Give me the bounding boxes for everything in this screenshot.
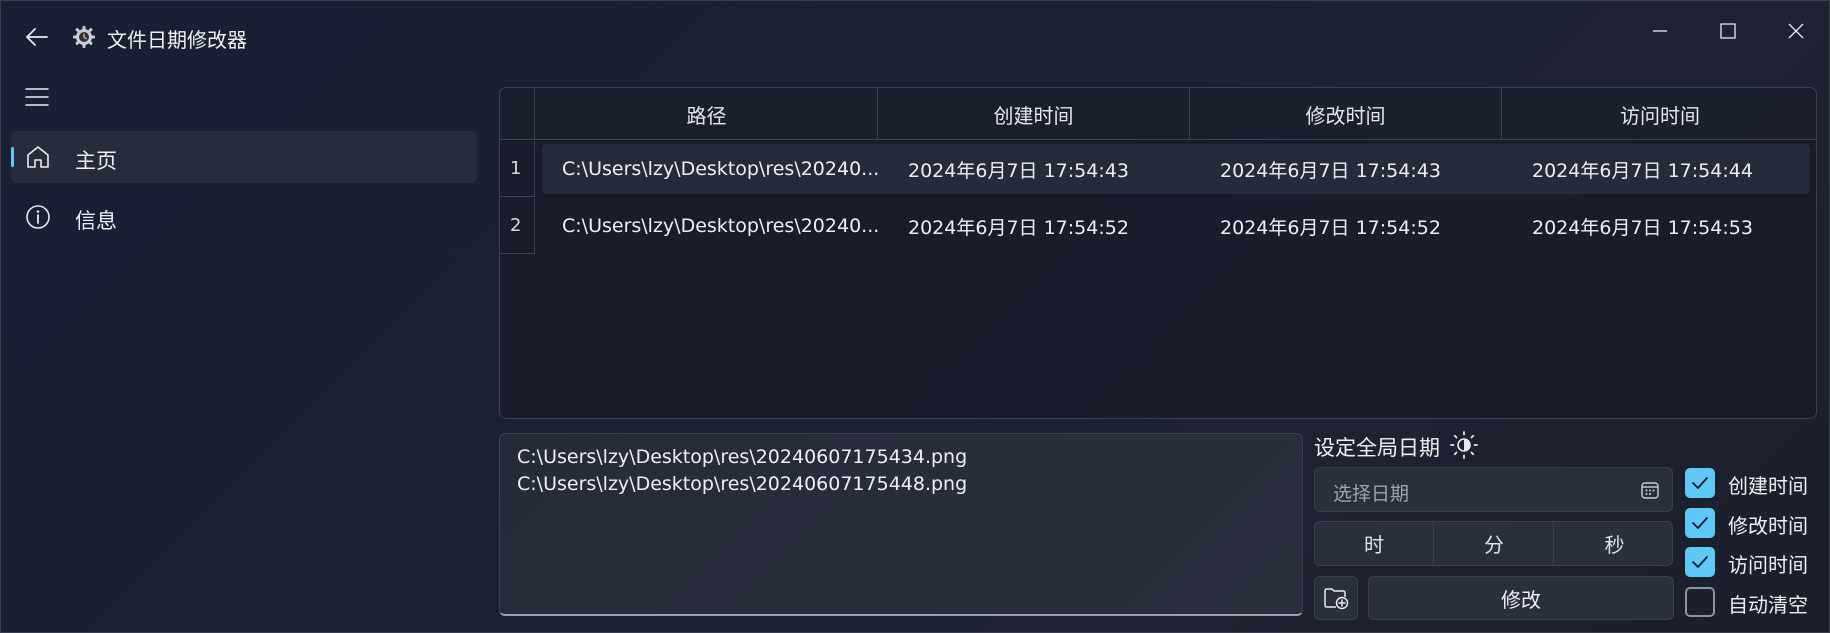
row-number[interactable]: 1 bbox=[500, 141, 535, 197]
table-corner[interactable] bbox=[500, 88, 535, 140]
arrow-left-icon bbox=[26, 28, 48, 46]
close-button[interactable] bbox=[1771, 11, 1821, 51]
checkbox-created-time[interactable]: 创建时间 bbox=[1685, 467, 1825, 499]
cell-modified[interactable]: 2024年6月7日 17:54:43 bbox=[1220, 144, 1441, 194]
theme-toggle-button[interactable] bbox=[1449, 430, 1479, 460]
modify-button[interactable]: 修改 bbox=[1368, 576, 1674, 620]
path-line: C:\Users\lzy\Desktop\res\20240607175448.… bbox=[517, 473, 968, 495]
cell-path[interactable]: C:\Users\lzy\Desktop\res\20240... bbox=[562, 201, 879, 251]
maximize-button[interactable] bbox=[1703, 11, 1753, 51]
app-title: 文件日期修改器 bbox=[107, 28, 247, 52]
file-paths-textarea[interactable]: C:\Users\lzy\Desktop\res\20240607175434.… bbox=[499, 433, 1303, 616]
menu-toggle-button[interactable] bbox=[21, 81, 53, 113]
info-icon bbox=[26, 205, 50, 229]
checkbox-accessed-time[interactable]: 访问时间 bbox=[1685, 546, 1825, 578]
cell-created[interactable]: 2024年6月7日 17:54:52 bbox=[908, 201, 1129, 251]
global-date-title: 设定全局日期 bbox=[1314, 436, 1440, 460]
cell-accessed[interactable]: 2024年6月7日 17:54:53 bbox=[1532, 201, 1753, 251]
back-button[interactable] bbox=[21, 21, 53, 53]
cell-modified[interactable]: 2024年6月7日 17:54:52 bbox=[1220, 201, 1441, 251]
minute-selector[interactable]: 分 bbox=[1435, 522, 1554, 565]
sidebar-item-info[interactable]: 信息 bbox=[11, 191, 477, 243]
checkbox-label: 访问时间 bbox=[1728, 553, 1808, 577]
checkbox-label: 修改时间 bbox=[1728, 514, 1808, 538]
table-row[interactable]: C:\Users\lzy\Desktop\res\20240... 2024年6… bbox=[542, 201, 1810, 251]
sidebar-item-label: 主页 bbox=[75, 149, 117, 173]
checkbox-indicator[interactable] bbox=[1685, 587, 1715, 617]
brightness-icon bbox=[1450, 431, 1478, 459]
cell-path[interactable]: C:\Users\lzy\Desktop\res\20240... bbox=[562, 144, 879, 194]
column-header-accessed[interactable]: 访问时间 bbox=[1502, 88, 1816, 140]
close-icon bbox=[1788, 23, 1804, 39]
minimize-icon bbox=[1653, 30, 1667, 32]
checkbox-auto-clear[interactable]: 自动清空 bbox=[1685, 586, 1825, 618]
sidebar-item-home[interactable]: 主页 bbox=[11, 131, 477, 183]
folder-add-icon bbox=[1324, 588, 1349, 610]
app-window: 文件日期修改器 主页 信息 路径 创建时间 修改时间 访问时间 1 C:\Use… bbox=[0, 0, 1830, 633]
checkbox-indicator[interactable] bbox=[1685, 468, 1715, 498]
date-picker[interactable]: 选择日期 bbox=[1314, 467, 1673, 512]
cell-created[interactable]: 2024年6月7日 17:54:43 bbox=[908, 144, 1129, 194]
maximize-icon bbox=[1720, 23, 1736, 39]
checkbox-indicator[interactable] bbox=[1685, 508, 1715, 538]
table-header: 路径 创建时间 修改时间 访问时间 bbox=[500, 88, 1816, 140]
column-header-created[interactable]: 创建时间 bbox=[878, 88, 1190, 140]
second-selector[interactable]: 秒 bbox=[1555, 522, 1674, 565]
path-line: C:\Users\lzy\Desktop\res\20240607175434.… bbox=[517, 446, 968, 468]
file-table: 路径 创建时间 修改时间 访问时间 1 C:\Users\lzy\Desktop… bbox=[499, 87, 1817, 419]
cell-accessed[interactable]: 2024年6月7日 17:54:44 bbox=[1532, 144, 1753, 194]
home-icon bbox=[27, 146, 49, 168]
column-header-modified[interactable]: 修改时间 bbox=[1190, 88, 1502, 140]
check-icon bbox=[1692, 517, 1708, 529]
checkbox-label: 创建时间 bbox=[1728, 474, 1808, 498]
checkbox-modified-time[interactable]: 修改时间 bbox=[1685, 507, 1825, 539]
table-row[interactable]: C:\Users\lzy\Desktop\res\20240... 2024年6… bbox=[542, 144, 1810, 194]
minimize-button[interactable] bbox=[1635, 11, 1685, 51]
calendar-icon bbox=[1641, 482, 1659, 499]
hamburger-icon bbox=[25, 88, 49, 106]
gear-clock-icon bbox=[72, 25, 96, 49]
active-indicator bbox=[11, 147, 14, 167]
checkbox-indicator[interactable] bbox=[1685, 547, 1715, 577]
sidebar-item-label: 信息 bbox=[75, 209, 117, 233]
title-bar: 文件日期修改器 bbox=[1, 1, 1829, 71]
check-icon bbox=[1692, 477, 1708, 489]
column-header-path[interactable]: 路径 bbox=[536, 88, 878, 140]
date-placeholder: 选择日期 bbox=[1333, 483, 1410, 505]
checkbox-label: 自动清空 bbox=[1728, 593, 1808, 617]
row-number[interactable]: 2 bbox=[500, 198, 535, 254]
time-picker: 时 分 秒 bbox=[1314, 521, 1673, 566]
hour-selector[interactable]: 时 bbox=[1315, 522, 1434, 565]
add-folder-button[interactable] bbox=[1314, 576, 1358, 620]
check-icon bbox=[1692, 556, 1708, 568]
